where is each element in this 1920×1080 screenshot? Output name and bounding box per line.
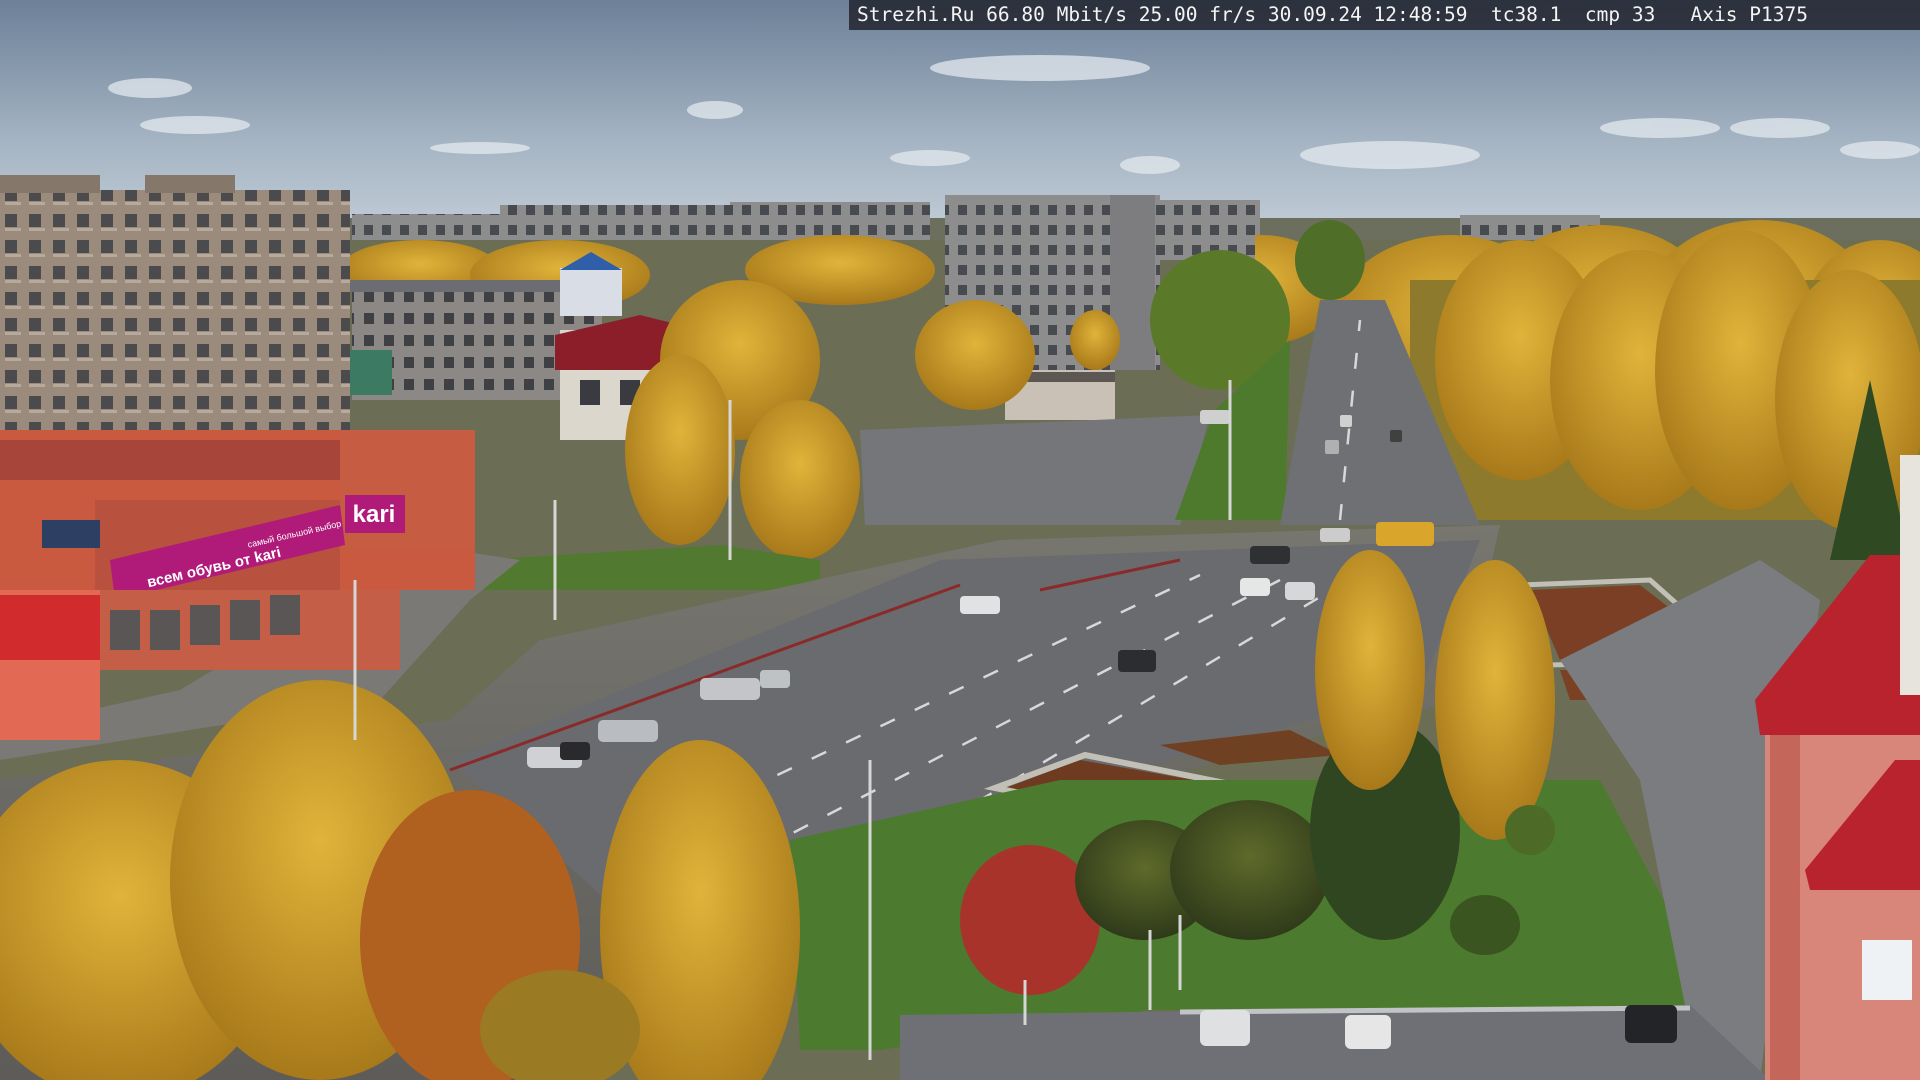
webcam-frame: kari всем обувь от kari самый большой вы… (0, 0, 1920, 1080)
camera-osd-overlay: Strezhi.Ru 66.80 Mbit/s 25.00 fr/s 30.09… (849, 0, 1920, 30)
central-plaza (860, 415, 1210, 525)
kari-logo-sign: kari (353, 501, 396, 528)
city-street-scene: kari всем обувь от kari самый большой вы… (0, 0, 1920, 1080)
